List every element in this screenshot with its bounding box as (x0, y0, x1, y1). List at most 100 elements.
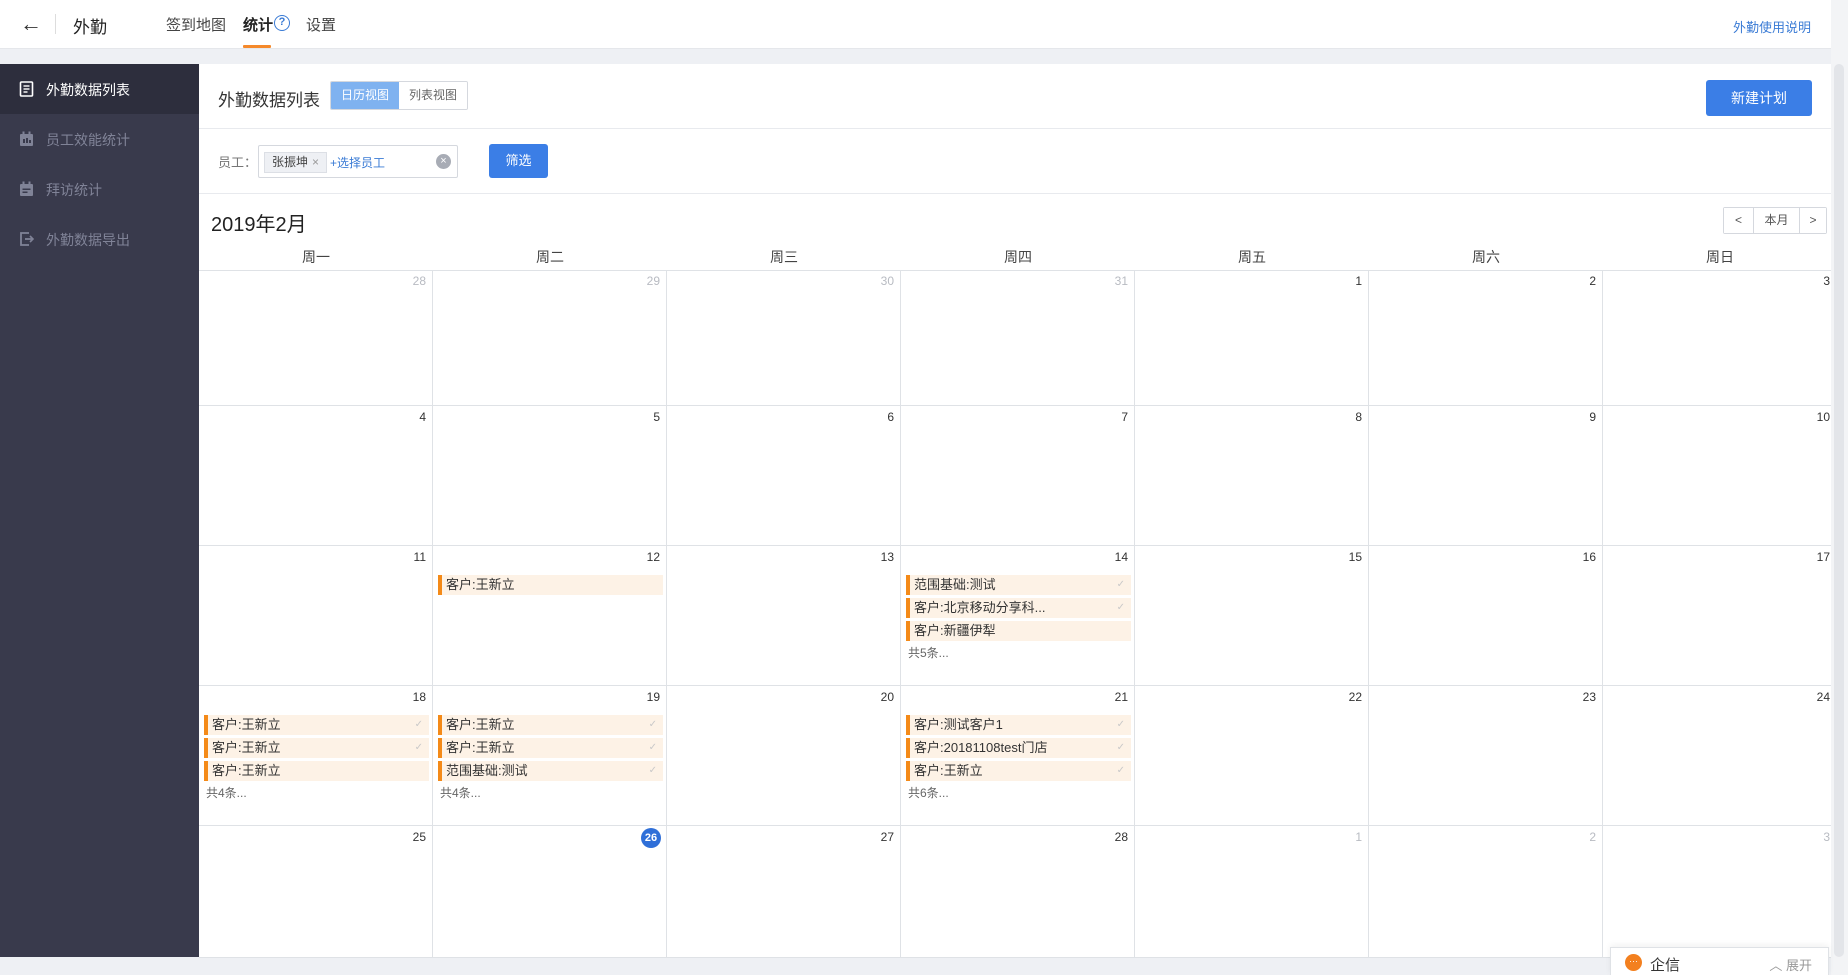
day-number: 5 (653, 410, 660, 424)
calendar-event[interactable]: 客户:王新立 (438, 575, 663, 595)
calendar-day-cell[interactable]: 27 (667, 826, 901, 958)
calendar-event[interactable]: 客户:王新立 ✓ (906, 761, 1131, 781)
calendar-day-cell[interactable]: 10 (1603, 406, 1837, 546)
calendar-view-button[interactable]: 日历视图 (331, 82, 400, 109)
list-view-button[interactable]: 列表视图 (399, 82, 468, 109)
calendar-event[interactable]: 客户:王新立 (204, 761, 429, 781)
next-month-button[interactable]: > (1799, 208, 1826, 233)
calendar-day-cell[interactable]: 29 (433, 270, 667, 406)
calendar-day-cell[interactable]: 14 范围基础:测试 ✓ 客户:北京移动分享科... ✓ 客户:新疆伊犁 共5条... (901, 546, 1135, 686)
calendar-day-cell[interactable]: 22 (1135, 686, 1369, 826)
back-arrow-icon[interactable]: ← (16, 10, 46, 38)
day-number: 9 (1589, 410, 1596, 424)
filter-button[interactable]: 筛选 (489, 144, 548, 178)
remove-tag-icon[interactable]: × (312, 155, 319, 169)
calendar-event[interactable]: 客户:王新立 ✓ (204, 715, 429, 735)
calendar-day-cell[interactable]: 11 (199, 546, 433, 686)
calendar-day-cell[interactable]: 26 (433, 826, 667, 958)
day-number: 28 (1114, 830, 1128, 844)
calendar-day-cell[interactable]: 9 (1369, 406, 1603, 546)
add-employee-link[interactable]: +选择员工 (330, 154, 385, 171)
calendar-day-cell[interactable]: 24 (1603, 686, 1837, 826)
sidebar-item-employee-efficiency[interactable]: 员工效能统计 (0, 114, 199, 164)
event-text: 客户:王新立 (914, 763, 983, 778)
calendar-day-cell[interactable]: 12 客户:王新立 (433, 546, 667, 686)
more-events-link[interactable]: 共4条... (438, 784, 663, 801)
chat-label: 企信 (1650, 957, 1681, 974)
calendar-day-cell[interactable]: 21 客户:测试客户1 ✓ 客户:20181108test门店 ✓ 客户:王新立 ✓ 共6条.… (901, 686, 1135, 826)
scrollbar-thumb[interactable] (1834, 64, 1844, 957)
calendar-day-cell[interactable]: 18 客户:王新立 ✓ 客户:王新立 ✓ 客户:王新立 共4条... (199, 686, 433, 826)
calendar-day-cell[interactable]: 15 (1135, 546, 1369, 686)
check-icon: ✓ (648, 742, 657, 753)
day-number: 1 (1355, 830, 1362, 844)
calendar-event[interactable]: 客户:王新立 ✓ (204, 738, 429, 758)
calendar-day-cell[interactable]: 23 (1369, 686, 1603, 826)
event-text: 客户:王新立 (212, 717, 281, 732)
weekday-header: 周五 (1238, 249, 1266, 265)
calendar-event[interactable]: 客户:王新立 ✓ (438, 715, 663, 735)
calendar-day-cell[interactable]: 3 (1603, 826, 1837, 958)
calendar-day-cell[interactable]: 4 (199, 406, 433, 546)
employee-tag-name: 张振坤 (272, 155, 309, 169)
usage-guide-link[interactable]: 外勤使用说明 (1733, 17, 1811, 36)
check-icon: ✓ (1116, 602, 1125, 613)
tab-settings[interactable]: 设置 (306, 14, 336, 35)
more-events-link[interactable]: 共4条... (204, 784, 429, 801)
calendar-event[interactable]: 客户:测试客户1 ✓ (906, 715, 1131, 735)
calendar-day-cell[interactable]: 2 (1369, 270, 1603, 406)
tab-sign-in-map[interactable]: 签到地图 (166, 14, 226, 35)
prev-month-button[interactable]: < (1724, 208, 1753, 233)
calendar-day-cell[interactable]: 6 (667, 406, 901, 546)
calendar-event[interactable]: 客户:新疆伊犁 (906, 621, 1131, 641)
clear-icon[interactable]: × (436, 154, 451, 169)
chat-expand-button[interactable]: ︿ 展开 (1769, 955, 1812, 974)
calendar-event[interactable]: 客户:王新立 ✓ (438, 738, 663, 758)
calendar-day-cell[interactable]: 8 (1135, 406, 1369, 546)
calendar-day-cell[interactable]: 1 (1135, 826, 1369, 958)
calendar-day-cell[interactable]: 16 (1369, 546, 1603, 686)
sidebar-item-visit-statistics[interactable]: 拜访统计 (0, 164, 199, 214)
divider (55, 14, 56, 34)
calendar-day-cell[interactable]: 13 (667, 546, 901, 686)
calendar-day-cell[interactable]: 28 (199, 270, 433, 406)
new-plan-button[interactable]: 新建计划 (1706, 80, 1812, 116)
day-number: 2 (1589, 274, 1596, 288)
calendar-day-cell[interactable]: 3 (1603, 270, 1837, 406)
month-title: 2019年2月 (211, 214, 307, 236)
more-events-link[interactable]: 共5条... (906, 644, 1131, 661)
calendar-event[interactable]: 客户:北京移动分享科... ✓ (906, 598, 1131, 618)
sidebar-item-field-data-list[interactable]: 外勤数据列表 (0, 64, 199, 114)
check-icon: ✓ (648, 765, 657, 776)
calendar-day-cell[interactable]: 2 (1369, 826, 1603, 958)
sidebar-item-label: 外勤数据列表 (46, 82, 130, 98)
day-number: 7 (1121, 410, 1128, 424)
employee-selector[interactable]: 张振坤 × +选择员工 × (258, 145, 458, 178)
calendar-day-cell[interactable]: 20 (667, 686, 901, 826)
current-month-button[interactable]: 本月 (1753, 208, 1799, 233)
calendar-day-cell[interactable]: 19 客户:王新立 ✓ 客户:王新立 ✓ 范围基础:测试 ✓ 共4条... (433, 686, 667, 826)
more-events-link[interactable]: 共6条... (906, 784, 1131, 801)
tab-statistics[interactable]: 统计 (243, 14, 273, 35)
calendar-day-cell[interactable]: 1 (1135, 270, 1369, 406)
event-text: 客户:王新立 (446, 740, 515, 755)
weekday-header: 周六 (1472, 249, 1500, 265)
calendar-event[interactable]: 客户:20181108test门店 ✓ (906, 738, 1131, 758)
help-icon[interactable]: ? (274, 15, 290, 31)
calendar-day-cell[interactable]: 7 (901, 406, 1135, 546)
calendar-day-cell[interactable]: 31 (901, 270, 1135, 406)
calendar-day-cell[interactable]: 17 (1603, 546, 1837, 686)
calendar-day-cell[interactable]: 25 (199, 826, 433, 958)
weekday-header: 周三 (770, 249, 798, 265)
check-icon: ✓ (648, 719, 657, 730)
calendar-event[interactable]: 范围基础:测试 ✓ (438, 761, 663, 781)
sidebar-item-field-data-export[interactable]: 外勤数据导出 (0, 214, 199, 264)
weekday-header: 周二 (536, 249, 564, 265)
calendar-event[interactable]: 范围基础:测试 ✓ (906, 575, 1131, 595)
calendar-day-cell[interactable]: 5 (433, 406, 667, 546)
chat-widget[interactable]: ··· 企信 ︿ 展开 (1610, 947, 1829, 975)
page-scrollbar[interactable] (1831, 0, 1848, 975)
calendar-day-cell[interactable]: 28 (901, 826, 1135, 958)
calendar-day-cell[interactable]: 30 (667, 270, 901, 406)
day-number: 12 (646, 550, 660, 564)
